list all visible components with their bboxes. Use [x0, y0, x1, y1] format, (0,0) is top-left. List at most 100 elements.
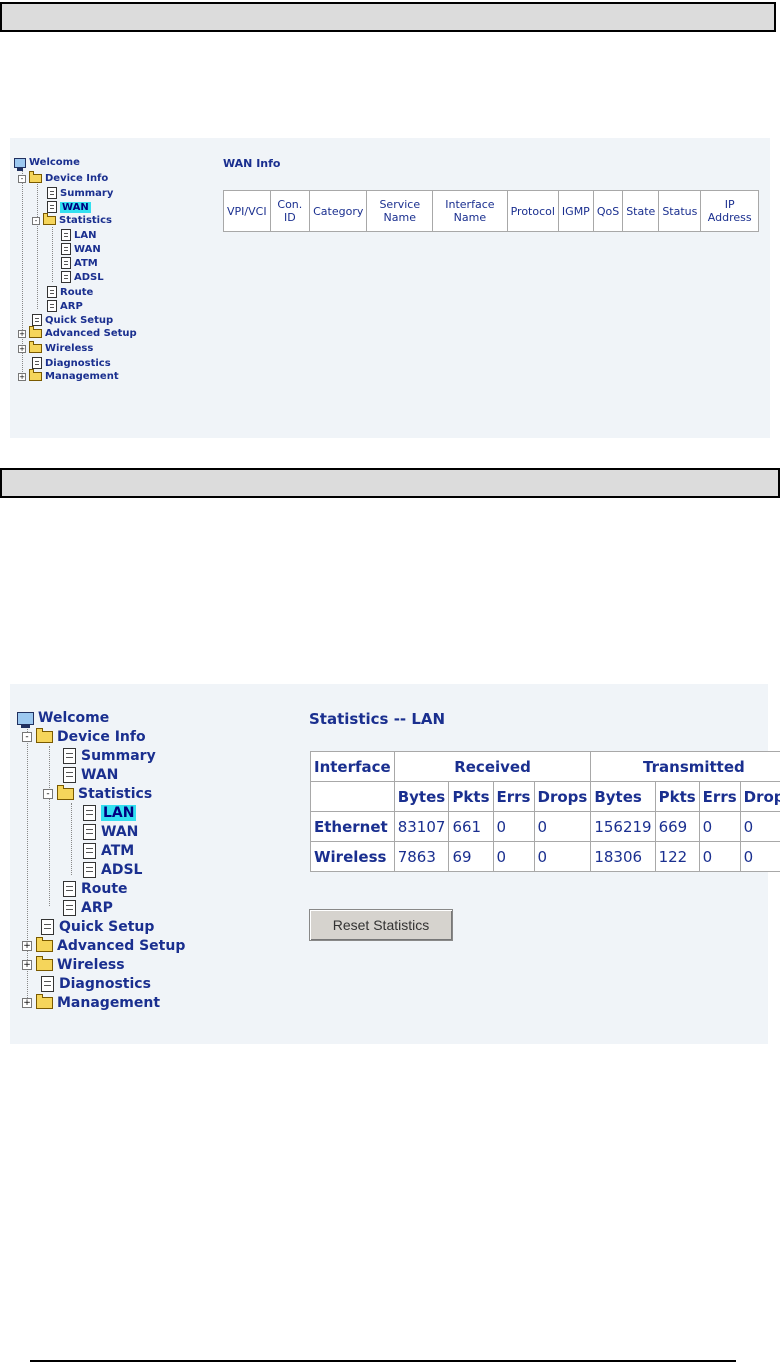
document-icon: [47, 201, 57, 213]
table-row: Wireless 7863 69 0 0 18306 122 0 0: [310, 841, 780, 872]
document-icon: [83, 843, 96, 859]
table-cell: 83107: [393, 811, 450, 842]
expand-icon[interactable]: +: [18, 329, 26, 338]
expand-icon[interactable]: +: [22, 941, 32, 951]
document-icon: [63, 881, 76, 897]
tree-item-summary[interactable]: Summary: [47, 187, 113, 199]
tree-item-device-info[interactable]: - Device Info: [18, 171, 108, 184]
tree-item-management[interactable]: + Management: [18, 369, 119, 382]
tree-item-stat-atm[interactable]: ATM: [61, 257, 98, 269]
table-header-row: VPI/VCI Con. ID Category Service Name Interf…: [223, 190, 759, 232]
tree-item-arp[interactable]: ARP: [63, 900, 113, 916]
column-header: Service Name: [366, 190, 434, 232]
tree-item-stat-adsl[interactable]: ADSL: [83, 862, 142, 878]
tree-item-diagnostics[interactable]: Diagnostics: [41, 976, 151, 992]
expand-icon[interactable]: +: [22, 998, 32, 1008]
tree-item-wan[interactable]: WAN: [63, 767, 118, 783]
column-header: Bytes: [590, 781, 656, 812]
tree-item-arp[interactable]: ARP: [47, 300, 83, 312]
expand-icon[interactable]: +: [22, 960, 32, 970]
computer-icon: [14, 157, 26, 171]
document-icon: [61, 257, 71, 269]
tree-item-advanced-setup[interactable]: + Advanced Setup: [22, 937, 185, 954]
footer-rule: [30, 1360, 736, 1362]
table-cell: 0: [698, 811, 741, 842]
header-received: Received: [393, 751, 592, 782]
table-cell: 0: [739, 841, 780, 872]
table-cell: 661: [448, 811, 494, 842]
table-subheader-row: BytesPktsErrsDropsBytesPktsErrsDrops: [310, 781, 780, 812]
tree-item-summary[interactable]: Summary: [63, 748, 156, 764]
table-row: Ethernet 83107 661 0 0 156219 669 0 0: [310, 811, 780, 842]
table-cell: 0: [492, 841, 535, 872]
collapse-icon[interactable]: -: [43, 789, 53, 799]
tree-item-welcome[interactable]: Welcome: [14, 157, 80, 171]
header-transmitted: Transmitted: [590, 751, 780, 782]
tree-item-route[interactable]: Route: [47, 286, 93, 298]
reset-statistics-button[interactable]: Reset Statistics: [309, 909, 453, 941]
row-interface-name: Ethernet: [310, 811, 395, 842]
column-header: Bytes: [393, 781, 450, 812]
folder-icon: [36, 937, 53, 952]
column-header: IGMP: [557, 190, 594, 232]
lan-statistics-table: Interface Received Transmitted Bytes Pkts…: [310, 751, 780, 872]
tree-item-stat-lan[interactable]: LAN: [61, 229, 96, 241]
tree-item-device-info[interactable]: - Device Info: [22, 728, 146, 745]
tree-item-route[interactable]: Route: [63, 881, 128, 897]
wan-info-table: VPI/VCI Con. ID Category Service Name Interf…: [223, 190, 759, 232]
collapse-icon[interactable]: -: [32, 216, 40, 225]
folder-open-icon: [29, 171, 42, 183]
folder-open-icon: [43, 213, 56, 225]
wan-nav-tree: Welcome - Device Info Summary WAN - Stat…: [14, 157, 214, 397]
document-icon: [83, 862, 96, 878]
tree-item-stat-atm[interactable]: ATM: [83, 843, 134, 859]
tree-item-quick-setup[interactable]: Quick Setup: [41, 919, 154, 935]
tree-item-wan[interactable]: WAN: [47, 201, 91, 213]
tree-item-wireless[interactable]: + Wireless: [22, 956, 125, 973]
tree-item-stat-wan[interactable]: WAN: [83, 824, 138, 840]
collapse-icon[interactable]: -: [22, 732, 32, 742]
row-interface-name: Wireless: [310, 841, 395, 872]
document-icon: [32, 314, 42, 326]
column-header: Errs: [492, 781, 535, 812]
tree-item-stat-wan[interactable]: WAN: [61, 243, 101, 255]
document-icon: [83, 805, 96, 821]
tree-item-diagnostics[interactable]: Diagnostics: [32, 357, 111, 369]
document-icon: [47, 300, 57, 312]
table-cell: 0: [533, 841, 592, 872]
tree-item-statistics[interactable]: - Statistics: [32, 213, 112, 226]
tree-item-advanced-setup[interactable]: + Advanced Setup: [18, 326, 137, 339]
document-icon: [61, 229, 71, 241]
document-icon: [61, 271, 71, 283]
table-cell: 69: [448, 841, 494, 872]
table-cell: 156219: [590, 811, 656, 842]
tree-item-welcome[interactable]: Welcome: [17, 710, 109, 728]
tree-item-wireless[interactable]: + Wireless: [18, 341, 93, 354]
table-cell: [310, 781, 395, 812]
wan-info-title: WAN Info: [223, 157, 281, 170]
tree-item-stat-lan[interactable]: LAN: [83, 805, 137, 821]
document-icon: [41, 976, 54, 992]
expand-icon[interactable]: +: [18, 372, 26, 381]
column-header: QoS: [592, 190, 624, 232]
section-bar-middle: [0, 468, 780, 498]
tree-item-stat-adsl[interactable]: ADSL: [61, 271, 104, 283]
expand-icon[interactable]: +: [18, 344, 26, 353]
document-icon: [41, 919, 54, 935]
table-cell: 18306: [590, 841, 656, 872]
tree-item-statistics[interactable]: - Statistics: [43, 785, 152, 802]
column-header: Category: [309, 190, 368, 232]
document-icon: [61, 243, 71, 255]
column-header: Status: [658, 190, 702, 232]
section-bar-top: [0, 2, 776, 32]
tree-item-quick-setup[interactable]: Quick Setup: [32, 314, 113, 326]
header-interface: Interface: [310, 751, 395, 782]
collapse-icon[interactable]: -: [18, 174, 26, 183]
column-header: Interface Name: [432, 190, 508, 232]
folder-icon: [29, 341, 42, 353]
tree-item-management[interactable]: + Management: [22, 994, 160, 1011]
column-header: Protocol: [506, 190, 559, 232]
table-header-row: Interface Received Transmitted: [310, 751, 780, 782]
folder-icon: [36, 956, 53, 971]
table-cell: 122: [654, 841, 700, 872]
